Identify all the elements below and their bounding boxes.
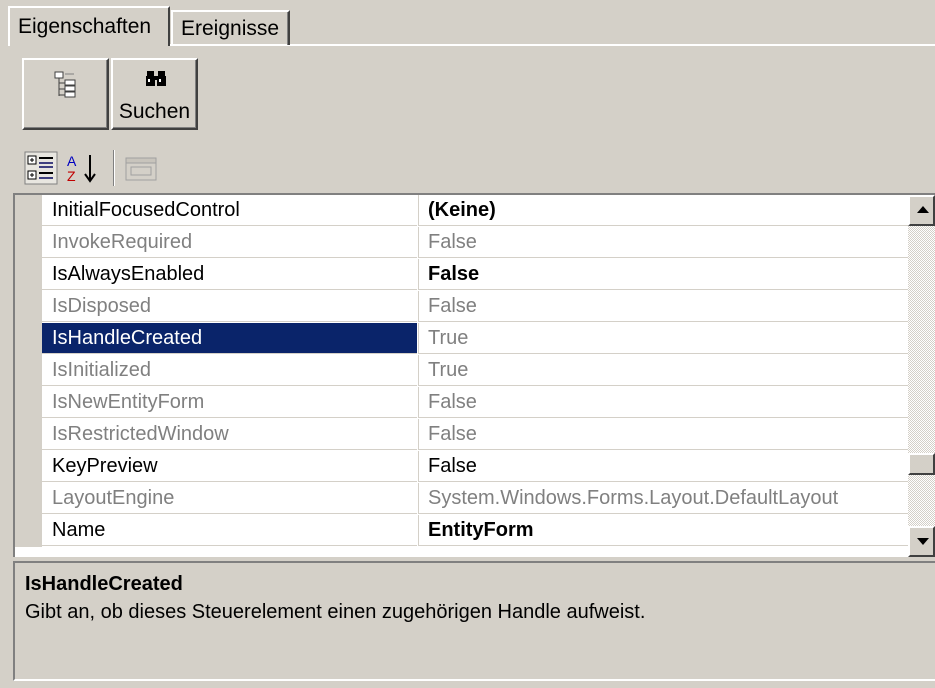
tab-label: Ereignisse xyxy=(181,16,280,40)
property-row[interactable]: IsAlwaysEnabled False xyxy=(15,259,908,291)
row-gutter xyxy=(15,355,42,387)
description-text: Gibt an, ob dieses Steuerelement einen z… xyxy=(25,601,646,623)
property-name[interactable]: InvokeRequired xyxy=(42,227,417,258)
property-row[interactable]: InvokeRequired False xyxy=(15,227,908,259)
row-gutter xyxy=(15,227,42,259)
row-gutter xyxy=(15,323,42,355)
property-row[interactable]: IsRestrictedWindow False xyxy=(15,419,908,451)
property-name[interactable]: InitialFocusedControl xyxy=(42,195,417,226)
description-title: IsHandleCreated xyxy=(25,573,183,595)
property-row[interactable]: KeyPreview False xyxy=(15,451,908,483)
description-pane: IsHandleCreated Gibt an, ob dieses Steue… xyxy=(13,561,935,681)
tab-label: Eigenschaften xyxy=(18,15,152,38)
arrow-up-icon xyxy=(917,206,929,213)
tab-eigenschaften[interactable]: Eigenschaften xyxy=(8,6,170,46)
svg-text:A: A xyxy=(67,153,77,169)
property-name[interactable]: IsInitialized xyxy=(42,355,417,386)
property-value[interactable]: False xyxy=(418,451,908,482)
property-value[interactable]: (Keine) xyxy=(418,195,908,226)
property-name[interactable]: Name xyxy=(42,515,417,546)
sort-alphabetical-icon[interactable]: A Z xyxy=(64,151,104,185)
property-row[interactable]: IsInitialized True xyxy=(15,355,908,387)
row-gutter xyxy=(15,451,42,483)
property-row[interactable]: LayoutEngine System.Windows.Forms.Layout.… xyxy=(15,483,908,515)
property-value[interactable]: EntityForm xyxy=(418,515,908,546)
categorized-icon[interactable] xyxy=(24,151,58,185)
tree-view-button[interactable] xyxy=(22,58,109,130)
toolbar-separator xyxy=(113,150,115,186)
scroll-up-button[interactable] xyxy=(908,195,935,226)
property-name[interactable]: IsAlwaysEnabled xyxy=(42,259,417,290)
row-gutter xyxy=(15,291,42,323)
row-gutter xyxy=(15,419,42,451)
row-gutter xyxy=(15,483,42,515)
property-value: True xyxy=(418,323,908,354)
property-value: False xyxy=(418,419,908,450)
property-row[interactable]: IsHandleCreated True xyxy=(15,323,908,355)
vertical-scrollbar[interactable] xyxy=(908,195,935,557)
property-grid: InitialFocusedControl (Keine) InvokeRequir… xyxy=(13,193,935,557)
arrow-down-icon xyxy=(917,538,929,545)
property-row[interactable]: IsNewEntityForm False xyxy=(15,387,908,419)
property-row[interactable]: Name EntityForm xyxy=(15,515,908,547)
search-button-label: Suchen xyxy=(118,100,191,123)
search-button[interactable]: Suchen xyxy=(111,58,198,130)
property-name[interactable]: KeyPreview xyxy=(42,451,417,482)
property-name[interactable]: LayoutEngine xyxy=(42,483,417,514)
row-gutter xyxy=(15,259,42,291)
property-value[interactable]: False xyxy=(418,259,908,290)
svg-text:Z: Z xyxy=(67,168,76,184)
property-value: False xyxy=(418,291,908,322)
scroll-thumb[interactable] xyxy=(908,453,935,475)
row-gutter xyxy=(15,195,42,227)
row-gutter xyxy=(15,387,42,419)
property-value: False xyxy=(418,387,908,418)
property-value: System.Windows.Forms.Layout.DefaultLayou… xyxy=(418,483,908,514)
property-name[interactable]: IsHandleCreated xyxy=(42,323,417,354)
property-value: True xyxy=(418,355,908,386)
property-row[interactable]: InitialFocusedControl (Keine) xyxy=(15,195,908,227)
property-name[interactable]: IsDisposed xyxy=(42,291,417,322)
tab-ereignisse[interactable]: Ereignisse xyxy=(171,10,290,45)
property-value: False xyxy=(418,227,908,258)
property-pages-icon[interactable] xyxy=(124,155,160,183)
row-gutter xyxy=(15,515,42,547)
binoculars-icon xyxy=(146,71,166,86)
tree-view-icon xyxy=(54,71,76,98)
property-name[interactable]: IsRestrictedWindow xyxy=(42,419,417,450)
property-name[interactable]: IsNewEntityForm xyxy=(42,387,417,418)
scroll-down-button[interactable] xyxy=(908,526,935,557)
property-row[interactable]: IsDisposed False xyxy=(15,291,908,323)
